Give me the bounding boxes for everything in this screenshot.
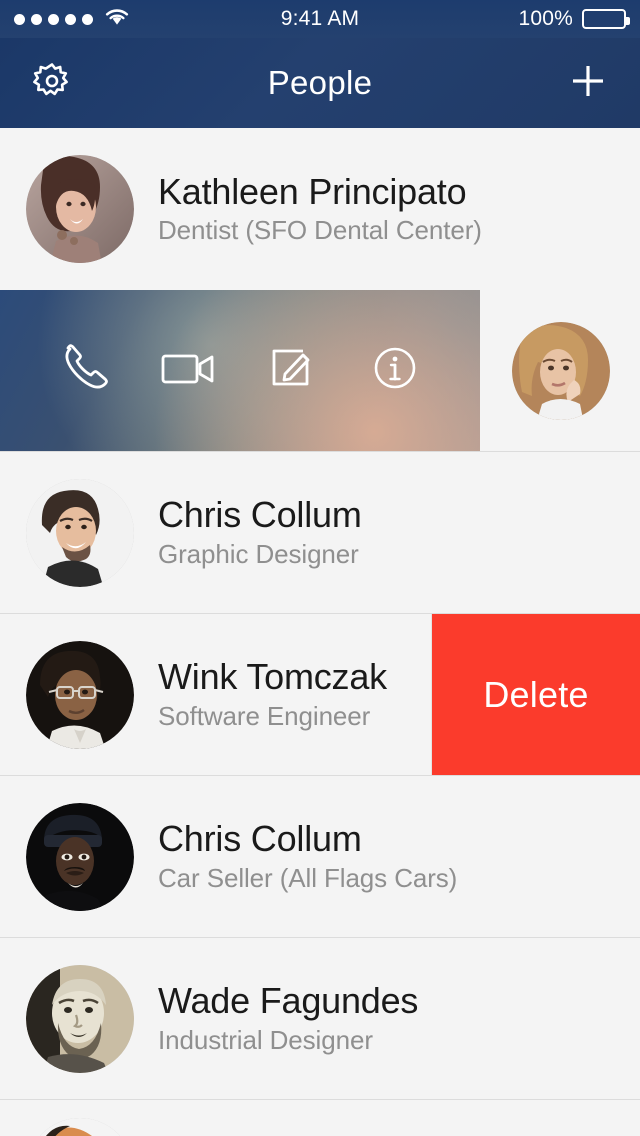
- list-item-partial[interactable]: [0, 1100, 640, 1136]
- video-call-action-button[interactable]: [152, 334, 226, 408]
- avatar: [512, 321, 610, 420]
- add-contact-button[interactable]: [560, 55, 616, 111]
- status-bar-right: 100%: [518, 7, 630, 31]
- contact-info-action-button[interactable]: [358, 334, 432, 408]
- contact-name: Wade Fagundes: [158, 980, 419, 1022]
- delete-button[interactable]: Delete: [432, 614, 640, 775]
- contact-subtitle: Graphic Designer: [158, 538, 359, 569]
- plus-icon: [566, 59, 610, 108]
- contact-subtitle: Industrial Designer: [158, 1024, 373, 1055]
- avatar: [26, 640, 134, 749]
- compose-icon: [263, 339, 321, 402]
- list-item[interactable]: Chris Collum Car Seller (All Flags Cars): [0, 776, 640, 938]
- avatar: [26, 802, 134, 911]
- list-item-text: Wink Tomczak Software Engineer: [158, 657, 387, 731]
- contact-subtitle: Dentist (SFO Dental Center): [158, 215, 482, 246]
- list-item-text: Kathleen Principato Dentist (SFO Dental …: [158, 170, 482, 246]
- quick-actions-row: [0, 290, 640, 452]
- contact-name: Chris Collum: [158, 494, 362, 536]
- signal-dot: [31, 13, 42, 25]
- avatar: [26, 478, 134, 587]
- list-item-content[interactable]: Wink Tomczak Software Engineer: [0, 614, 432, 775]
- status-bar: 9:41 AM 100%: [0, 0, 640, 38]
- signal-strength-dots: [14, 13, 93, 25]
- battery-percent-label: 100%: [518, 7, 573, 30]
- signal-dot: [14, 13, 25, 25]
- gear-icon: [30, 59, 74, 108]
- peeking-list-item[interactable]: [480, 290, 640, 451]
- list-item-text: Wade Fagundes Industrial Designer: [158, 981, 418, 1055]
- list-item-text: Chris Collum Graphic Designer: [158, 495, 362, 569]
- list-item[interactable]: Wade Fagundes Industrial Designer: [0, 938, 640, 1100]
- contact-list: Kathleen Principato Dentist (SFO Dental …: [0, 128, 640, 1136]
- avatar: [26, 964, 134, 1073]
- call-action-button[interactable]: [49, 334, 123, 408]
- signal-dot: [48, 13, 59, 25]
- compose-message-action-button[interactable]: [255, 334, 329, 408]
- battery-full-icon: [582, 9, 630, 29]
- list-item[interactable]: Kathleen Principato Dentist (SFO Dental …: [0, 128, 640, 290]
- navigation-bar: People: [0, 38, 640, 128]
- phone-icon: [56, 338, 116, 403]
- avatar: [26, 155, 134, 263]
- avatar: [26, 1118, 134, 1136]
- contact-name: Chris Collum: [158, 818, 362, 860]
- wifi-icon: [104, 7, 130, 31]
- list-item-text: Chris Collum Car Seller (All Flags Cars): [158, 819, 457, 893]
- contact-subtitle: Software Engineer: [158, 700, 371, 731]
- list-item-swiped[interactable]: Wink Tomczak Software Engineer Delete: [0, 614, 640, 776]
- signal-dot: [65, 13, 76, 25]
- status-bar-left: [14, 7, 130, 31]
- settings-button[interactable]: [24, 55, 80, 111]
- contact-subtitle: Car Seller (All Flags Cars): [158, 862, 458, 893]
- contact-name: Kathleen Principato: [158, 170, 467, 212]
- quick-actions-panel: [0, 290, 480, 451]
- video-camera-icon: [158, 343, 220, 398]
- info-icon: [366, 339, 424, 402]
- signal-dot: [82, 13, 93, 25]
- list-item[interactable]: Chris Collum Graphic Designer: [0, 452, 640, 614]
- contact-name: Wink Tomczak: [158, 656, 387, 698]
- page-title: People: [267, 64, 373, 101]
